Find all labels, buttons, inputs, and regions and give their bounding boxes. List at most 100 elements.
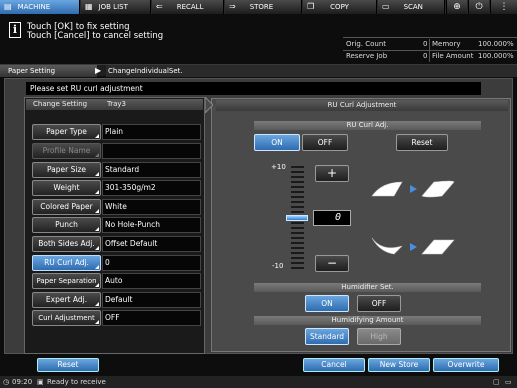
weight-value: 301-350g/m2 (102, 180, 201, 196)
profile-name-button[interactable]: Profile Name (32, 143, 101, 159)
high-button[interactable]: High (357, 328, 401, 345)
new-store-button[interactable]: New Store (368, 358, 430, 372)
paper-separation-button[interactable]: Paper Separation (32, 273, 101, 289)
scale-tick (291, 232, 304, 234)
scale-tick (291, 186, 304, 188)
counter-row-2: Reserve Job 0 File Amount 100.000% (343, 50, 517, 62)
downward-curl-illustration (371, 237, 455, 255)
status-bar: ◷ 09:20 ▣ Ready to receive ▢ ▭ (0, 376, 517, 388)
curl-level-handle[interactable] (286, 215, 308, 221)
tab-copy[interactable]: ❐ COPY (303, 0, 377, 14)
scale-tick (291, 227, 304, 229)
breadcrumb: Paper Setting ▶ ChangeIndividualSet. (0, 64, 517, 77)
printer-icon: ▤ (4, 2, 12, 11)
paper-size-button[interactable]: Paper Size (32, 162, 101, 178)
overwrite-button[interactable]: Overwrite (433, 358, 499, 372)
scale-tick (291, 257, 304, 259)
power-icon: ⏻ (475, 2, 483, 12)
tab-machine[interactable]: ▤ MACHINE (0, 0, 80, 14)
counters-panel: Orig. Count 0 Memory 100.000% Reserve Jo… (343, 37, 517, 62)
paper-separation-value: Auto (102, 273, 201, 289)
humidifier-on-button[interactable]: ON (305, 295, 349, 312)
tab-recall-label: RECALL (176, 3, 204, 11)
menu-button[interactable]: ⋮ (490, 0, 517, 14)
scale-tick (291, 211, 304, 213)
expert-adj-value: Default (102, 292, 201, 308)
curl-adjustment-button[interactable]: Curl Adjustment (32, 310, 101, 326)
standard-button[interactable]: Standard (305, 328, 349, 345)
list-icon: ▦ (85, 2, 93, 11)
top-tab-bar: ▤ MACHINE ▦ JOB LIST ⇐ RECALL ⇒ STORE ❐ … (0, 0, 517, 14)
scale-tick (291, 206, 304, 208)
orig-count-value: 0 (423, 40, 428, 48)
curl-on-button[interactable]: ON (254, 134, 300, 151)
memory-label: Memory (432, 40, 461, 48)
change-setting-header: Change Setting Tray3 (26, 99, 203, 110)
globe-icon: ⊕ (453, 2, 461, 12)
increase-button[interactable]: + (315, 165, 349, 182)
clock-icon: ◷ (3, 378, 10, 386)
tray-icon: ▭ (505, 378, 512, 386)
cancel-button[interactable]: Cancel (303, 358, 365, 372)
file-amount-value: 100.000% (478, 52, 514, 60)
info-icon: i (9, 22, 21, 38)
tab-scan-label: SCAN (403, 3, 423, 11)
counter-row-1: Orig. Count 0 Memory 100.000% (343, 39, 517, 50)
status-text: Ready to receive (47, 378, 106, 386)
decrease-button[interactable]: − (315, 255, 349, 272)
reset-button[interactable]: Reset (37, 358, 99, 372)
orig-count-label: Orig. Count (346, 40, 387, 48)
scan-icon: ▭ (382, 2, 390, 11)
ru-curl-adjustment-title: RU Curl Adjustment (216, 100, 508, 111)
tab-machine-label: MACHINE (17, 3, 51, 11)
scale-tick (291, 237, 304, 239)
scale-tick (291, 191, 304, 193)
change-setting-title: Change Setting (33, 100, 88, 108)
weight-button[interactable]: Weight (32, 180, 101, 196)
tray-label: Tray3 (107, 100, 127, 108)
tab-job-list-label: JOB LIST (98, 3, 128, 11)
scale-tick (291, 262, 304, 264)
paper-type-button[interactable]: Paper Type (32, 124, 101, 140)
memory-value: 100.000% (478, 40, 514, 48)
curl-off-button[interactable]: OFF (302, 134, 348, 151)
humidifier-set-heading: Humidifier Set. (254, 283, 481, 292)
scale-tick (291, 222, 304, 224)
colored-paper-value: White (102, 199, 201, 215)
reserve-job-label: Reserve Job (346, 52, 388, 60)
tab-store[interactable]: ⇒ STORE (225, 0, 302, 14)
lock-icon: ▢ (493, 378, 500, 386)
tab-job-list[interactable]: ▦ JOB LIST (81, 0, 151, 14)
humidifier-off-button[interactable]: OFF (357, 295, 401, 312)
tab-copy-label: COPY (330, 3, 349, 11)
paper-type-value: Plain (102, 124, 201, 140)
colored-paper-button[interactable]: Colored Paper (32, 199, 101, 215)
punch-button[interactable]: Punch (32, 217, 101, 233)
menu-dots-icon: ⋮ (499, 2, 509, 12)
network-icon: ▣ (37, 378, 44, 386)
scale-tick (291, 171, 304, 173)
breadcrumb-paper-setting[interactable]: Paper Setting (0, 65, 97, 77)
globe-button[interactable]: ⊕ (446, 0, 467, 14)
power-button[interactable]: ⏻ (468, 0, 489, 14)
status-time: 09:20 (12, 378, 33, 386)
copy-icon: ❐ (307, 2, 315, 11)
tab-scan[interactable]: ▭ SCAN (378, 0, 445, 14)
file-amount-label: File Amount (432, 52, 474, 60)
punch-value: No Hole-Punch (102, 217, 201, 233)
recall-icon: ⇐ (156, 2, 163, 11)
ru-curl-adj-button[interactable]: RU Curl Adj. (32, 255, 101, 271)
breadcrumb-current: ChangeIndividualSet. (106, 65, 517, 77)
scale-tick (291, 166, 304, 168)
scale-tick (291, 201, 304, 203)
store-icon: ⇒ (229, 2, 236, 11)
tab-recall[interactable]: ⇐ RECALL (152, 0, 224, 14)
curl-reset-button[interactable]: Reset (396, 134, 448, 151)
divider (429, 51, 430, 62)
scale-tick (291, 247, 304, 249)
prompt-text: Please set RU curl adjustment (26, 82, 481, 95)
minus-icon: − (326, 256, 338, 270)
expert-adj-button[interactable]: Expert Adj. (32, 292, 101, 308)
profile-name-value (102, 143, 201, 159)
both-sides-adj-button[interactable]: Both Sides Adj. (32, 236, 101, 252)
